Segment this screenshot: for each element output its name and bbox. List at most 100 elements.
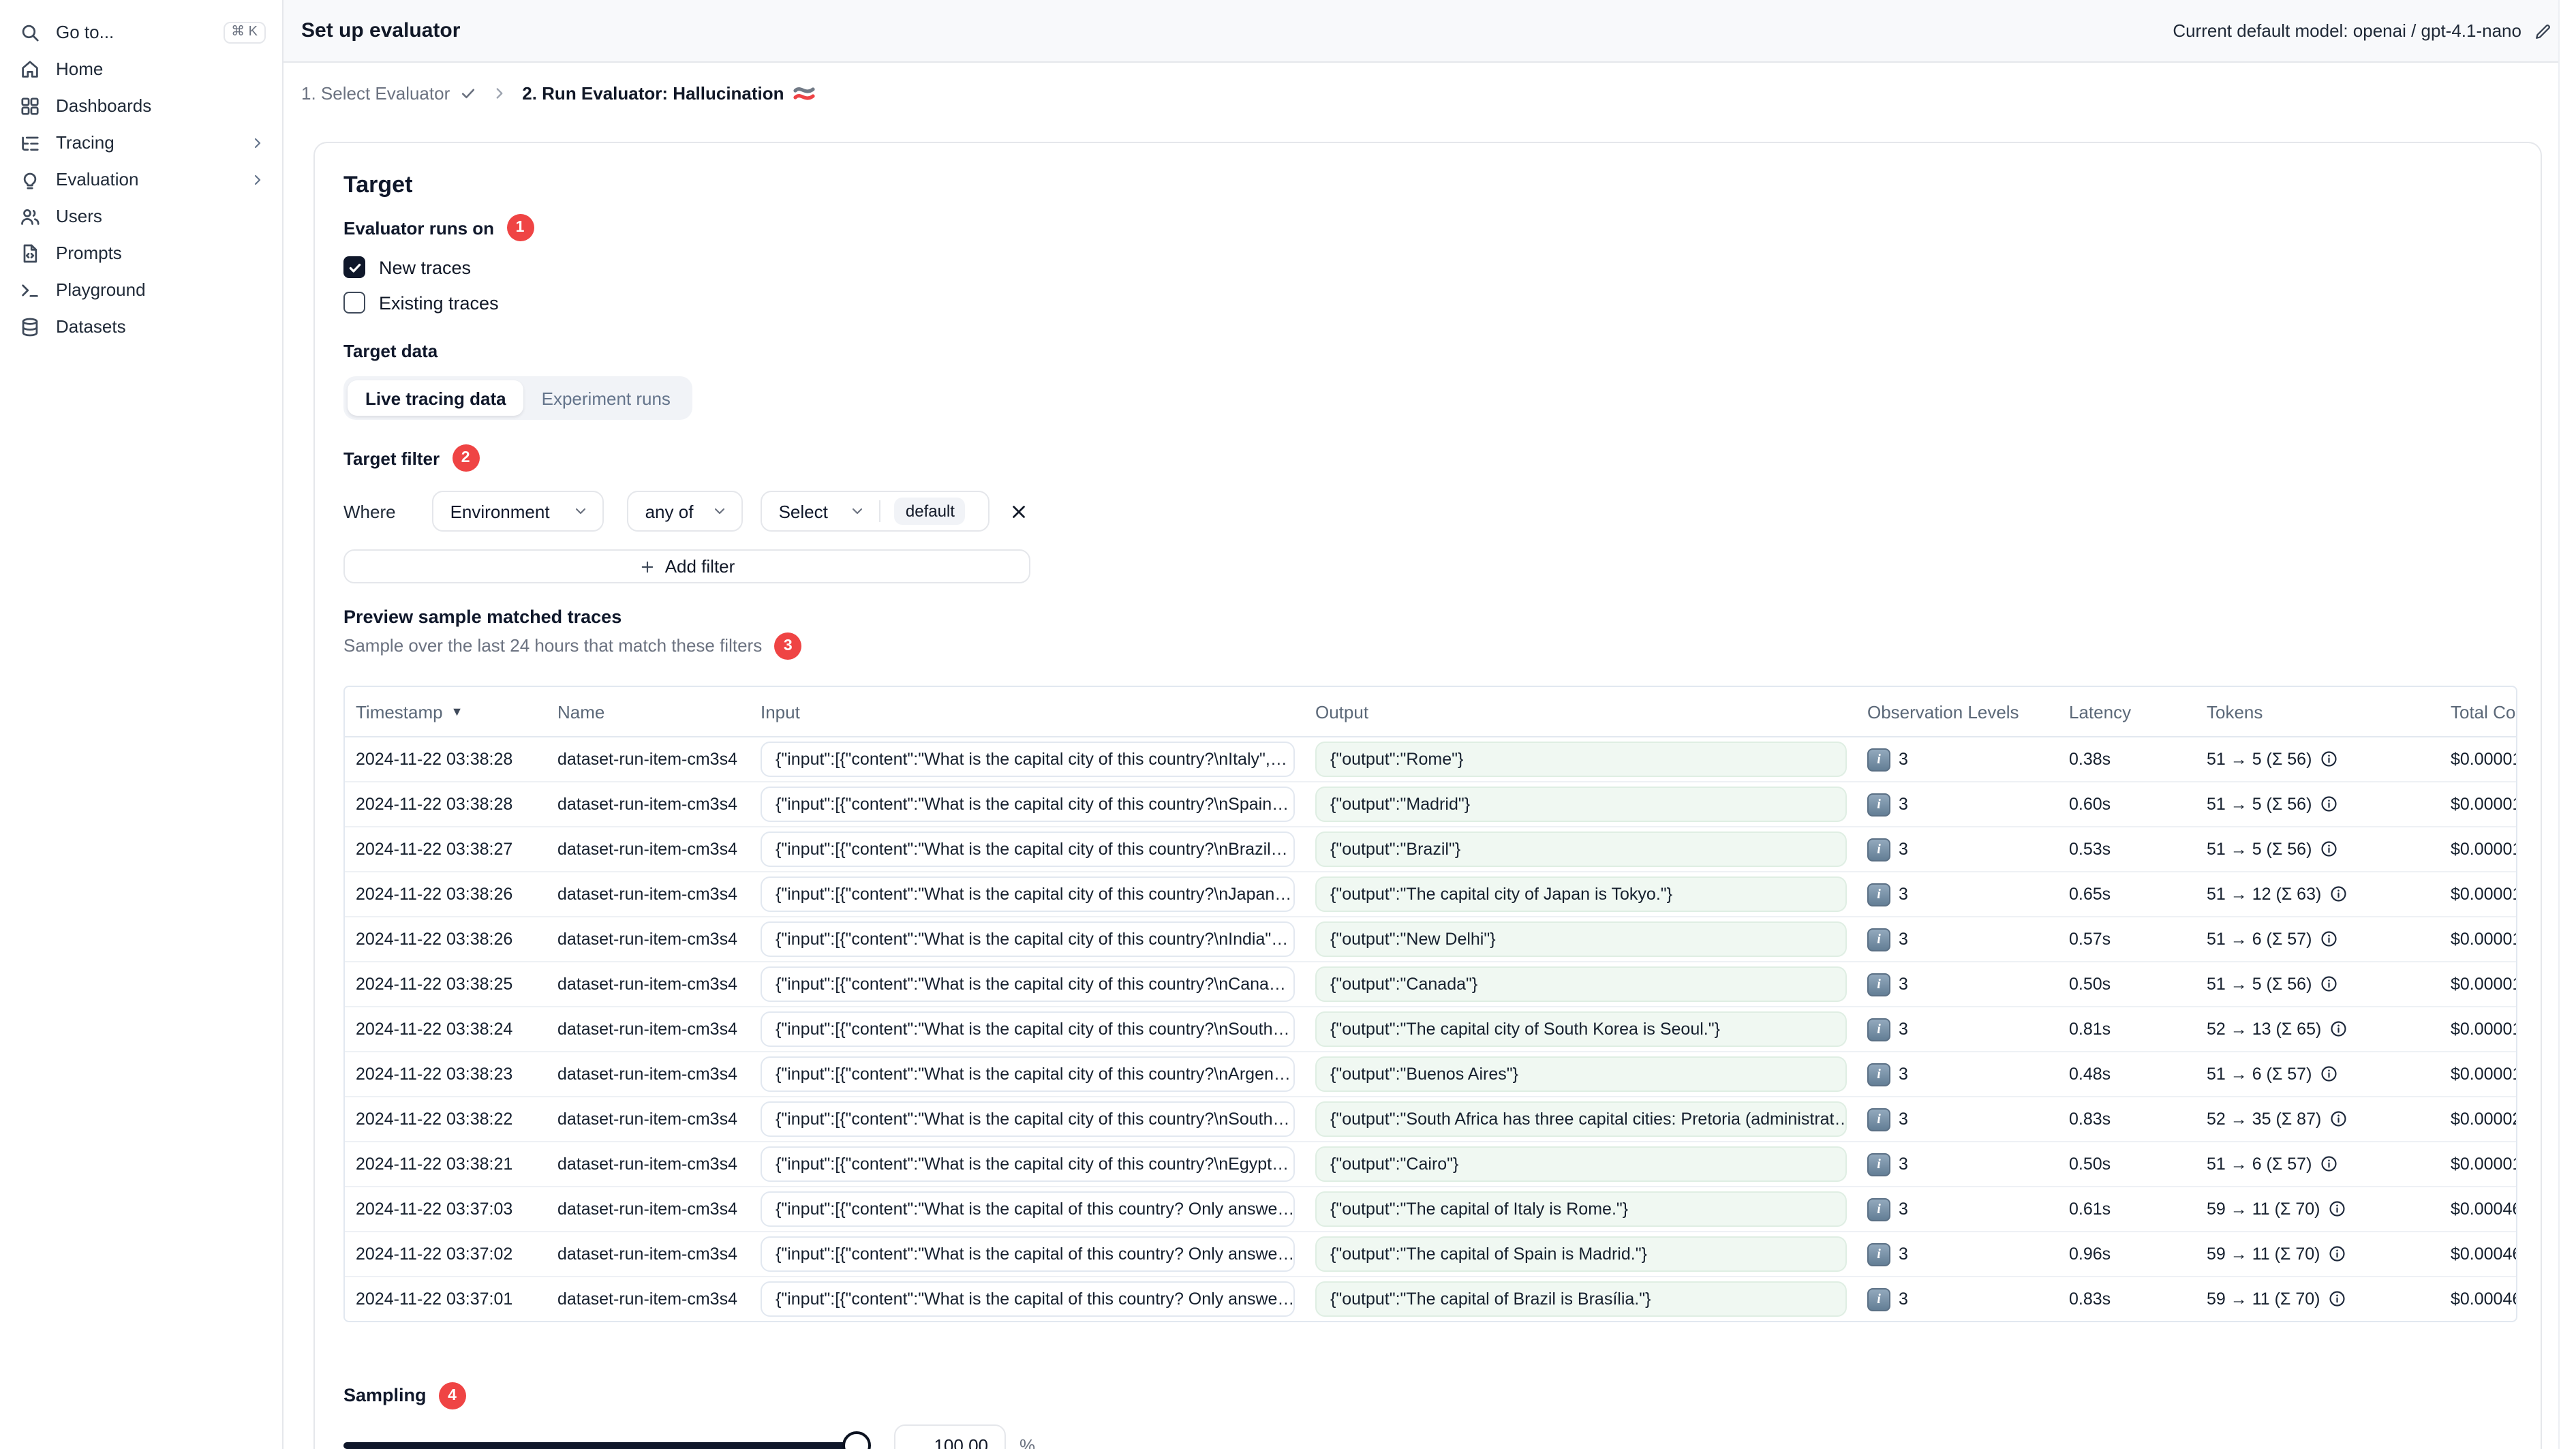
default-model-indicator: Current default model: openai / gpt-4.1-…	[2173, 20, 2553, 41]
output-chip[interactable]: {"output":"Brazil"}	[1315, 832, 1847, 867]
traces-table: Timestamp ▼ Name Input Output Observation Lev…	[343, 686, 2517, 1322]
output-chip[interactable]: {"output":"Cairo"}	[1315, 1146, 1847, 1182]
table-row[interactable]: 2024-11-22 03:38:25 dataset-run-item-cm3s…	[345, 962, 2516, 1007]
info-icon	[2320, 930, 2338, 949]
input-chip[interactable]: {"input":[{"content":"What is the capita…	[761, 1011, 1295, 1047]
input-chip[interactable]: {"input":[{"content":"What is the capita…	[761, 1056, 1295, 1092]
sidebar-item-prompts[interactable]: Prompts	[0, 234, 282, 271]
chevron-right-icon	[249, 171, 266, 187]
output-chip[interactable]: {"output":"The capital of Brazil is Bras…	[1315, 1281, 1847, 1317]
input-chip[interactable]: {"input":[{"content":"What is the capita…	[761, 1146, 1295, 1182]
output-chip[interactable]: {"output":"The capital of Spain is Madri…	[1315, 1236, 1847, 1272]
table-row[interactable]: 2024-11-22 03:38:28 dataset-run-item-cm3s…	[345, 737, 2516, 782]
sidebar-item-users[interactable]: Users	[0, 198, 282, 234]
column-header-output[interactable]: Output	[1303, 701, 1855, 722]
output-chip[interactable]: {"output":"The capital city of Japan is …	[1315, 876, 1847, 912]
column-header-name[interactable]: Name	[547, 701, 748, 722]
column-header-total-cost[interactable]: Total Cost	[2438, 701, 2516, 722]
cell-tokens: 52 → 35 (Σ 87)	[2194, 1110, 2438, 1129]
filter-column-select[interactable]: Environment	[432, 491, 604, 532]
tab-live-tracing-data[interactable]: Live tracing data	[348, 380, 524, 416]
table-row[interactable]: 2024-11-22 03:38:26 dataset-run-item-cm3s…	[345, 872, 2516, 917]
sidebar-item-datasets[interactable]: Datasets	[0, 308, 282, 345]
target-filter-label: Target filter 2	[343, 444, 2516, 472]
cell-total-cost: $0.000016	[2451, 1020, 2516, 1039]
cell-total-cost: $0.00046 (	[2451, 1245, 2517, 1264]
cell-output: {"output":"The capital of Brazil is Bras…	[1303, 1281, 1855, 1317]
input-chip[interactable]: {"input":[{"content":"What is the capita…	[761, 1281, 1295, 1317]
target-data-tabs: Live tracing data Experiment runs	[343, 376, 692, 420]
input-chip[interactable]: {"input":[{"content":"What is the capita…	[761, 966, 1295, 1002]
cell-total-cost: $0.000011 (	[2451, 750, 2516, 769]
table-row[interactable]: 2024-11-22 03:38:22 dataset-run-item-cm3s…	[345, 1097, 2516, 1142]
output-chip[interactable]: {"output":"Buenos Aires"}	[1315, 1056, 1847, 1092]
sidebar-item-evaluation[interactable]: Evaluation	[0, 161, 282, 198]
sidebar-item-playground[interactable]: Playground	[0, 271, 282, 308]
main-area: Set up evaluator Current default model: …	[283, 0, 2576, 1449]
breadcrumb-step-2-label: 2. Run Evaluator: Hallucination	[522, 82, 784, 103]
output-chip[interactable]: {"output":"Canada"}	[1315, 966, 1847, 1002]
table-row[interactable]: 2024-11-22 03:38:28 dataset-run-item-cm3s…	[345, 782, 2516, 827]
cell-output: {"output":"The capital of Italy is Rome.…	[1303, 1191, 1855, 1227]
input-chip[interactable]: {"input":[{"content":"What is the capita…	[761, 921, 1295, 957]
output-chip[interactable]: {"output":"South Africa has three capita…	[1315, 1101, 1847, 1137]
knot-emoji-icon	[793, 82, 817, 103]
table-row[interactable]: 2024-11-22 03:38:24 dataset-run-item-cm3s…	[345, 1007, 2516, 1052]
input-chip[interactable]: {"input":[{"content":"What is the capita…	[761, 787, 1295, 822]
output-chip[interactable]: {"output":"Rome"}	[1315, 742, 1847, 777]
sidebar-item-home[interactable]: Home	[0, 50, 282, 87]
info-icon	[2320, 795, 2338, 814]
tab-experiment-runs[interactable]: Experiment runs	[524, 380, 688, 416]
cell-tokens: 51 → 12 (Σ 63)	[2194, 885, 2438, 904]
cell-timestamp: 2024-11-22 03:37:02	[356, 1245, 513, 1264]
cell-latency: 0.65s	[2069, 885, 2111, 904]
info-icon	[2329, 885, 2348, 904]
filter-operator-select[interactable]: any of	[627, 491, 743, 532]
checkbox-new-traces[interactable]	[343, 256, 365, 278]
column-header-label: Output	[1315, 701, 1369, 722]
sidebar-item-tracing[interactable]: Tracing	[0, 124, 282, 161]
page-scrollbar-gutter[interactable]	[2558, 0, 2576, 1449]
output-chip[interactable]: {"output":"Madrid"}	[1315, 787, 1847, 822]
column-header-tokens[interactable]: Tokens	[2194, 701, 2438, 722]
table-row[interactable]: 2024-11-22 03:38:23 dataset-run-item-cm3s…	[345, 1052, 2516, 1097]
column-header-latency[interactable]: Latency	[2057, 701, 2194, 722]
goto-search[interactable]: Go to... ⌘ K	[0, 14, 282, 50]
table-row[interactable]: 2024-11-22 03:38:27 dataset-run-item-cm3s…	[345, 827, 2516, 872]
info-icon	[2328, 1245, 2346, 1264]
cell-timestamp: 2024-11-22 03:38:21	[356, 1155, 513, 1174]
column-header-observation-levels[interactable]: Observation Levels	[1855, 701, 2057, 722]
cell-input: {"input":[{"content":"What is the capita…	[748, 1056, 1303, 1092]
cell-output: {"output":"Buenos Aires"}	[1303, 1056, 1855, 1092]
input-chip[interactable]: {"input":[{"content":"What is the capita…	[761, 876, 1295, 912]
add-filter-button[interactable]: Add filter	[343, 549, 1030, 583]
output-chip[interactable]: {"output":"The capital city of South Kor…	[1315, 1011, 1847, 1047]
input-chip[interactable]: {"input":[{"content":"What is the capita…	[761, 1191, 1295, 1227]
filter-value-select[interactable]: Select default	[761, 491, 990, 532]
edit-model-icon[interactable]	[2534, 21, 2553, 40]
percent-sign: %	[1019, 1435, 1036, 1449]
checkbox-existing-traces[interactable]	[343, 292, 365, 314]
remove-filter-icon[interactable]	[1009, 501, 1030, 521]
input-chip[interactable]: {"input":[{"content":"What is the capita…	[761, 832, 1295, 867]
cell-output: {"output":"Rome"}	[1303, 742, 1855, 777]
table-row[interactable]: 2024-11-22 03:38:21 dataset-run-item-cm3s…	[345, 1142, 2516, 1187]
sampling-slider[interactable]	[343, 1431, 870, 1449]
info-icon	[2320, 1065, 2338, 1084]
sidebar-item-dashboards[interactable]: Dashboards	[0, 87, 282, 124]
column-header-timestamp[interactable]: Timestamp ▼	[345, 701, 547, 722]
output-chip[interactable]: {"output":"New Delhi"}	[1315, 921, 1847, 957]
input-chip[interactable]: {"input":[{"content":"What is the capita…	[761, 1101, 1295, 1137]
table-row[interactable]: 2024-11-22 03:38:26 dataset-run-item-cm3s…	[345, 917, 2516, 962]
table-row[interactable]: 2024-11-22 03:37:01 dataset-run-item-cm3s…	[345, 1277, 2516, 1321]
input-chip[interactable]: {"input":[{"content":"What is the capita…	[761, 1236, 1295, 1272]
cell-tokens: 52 → 13 (Σ 65)	[2194, 1020, 2438, 1039]
slider-handle[interactable]	[842, 1431, 870, 1449]
output-chip[interactable]: {"output":"The capital of Italy is Rome.…	[1315, 1191, 1847, 1227]
column-header-input[interactable]: Input	[748, 701, 1303, 722]
sampling-percent-input[interactable]: 100.00	[894, 1424, 1006, 1449]
input-chip[interactable]: {"input":[{"content":"What is the capita…	[761, 742, 1295, 777]
breadcrumb-step-1[interactable]: 1. Select Evaluator	[301, 82, 477, 103]
table-row[interactable]: 2024-11-22 03:37:02 dataset-run-item-cm3s…	[345, 1232, 2517, 1277]
table-row[interactable]: 2024-11-22 03:37:03 dataset-run-item-cm3s…	[345, 1187, 2516, 1232]
